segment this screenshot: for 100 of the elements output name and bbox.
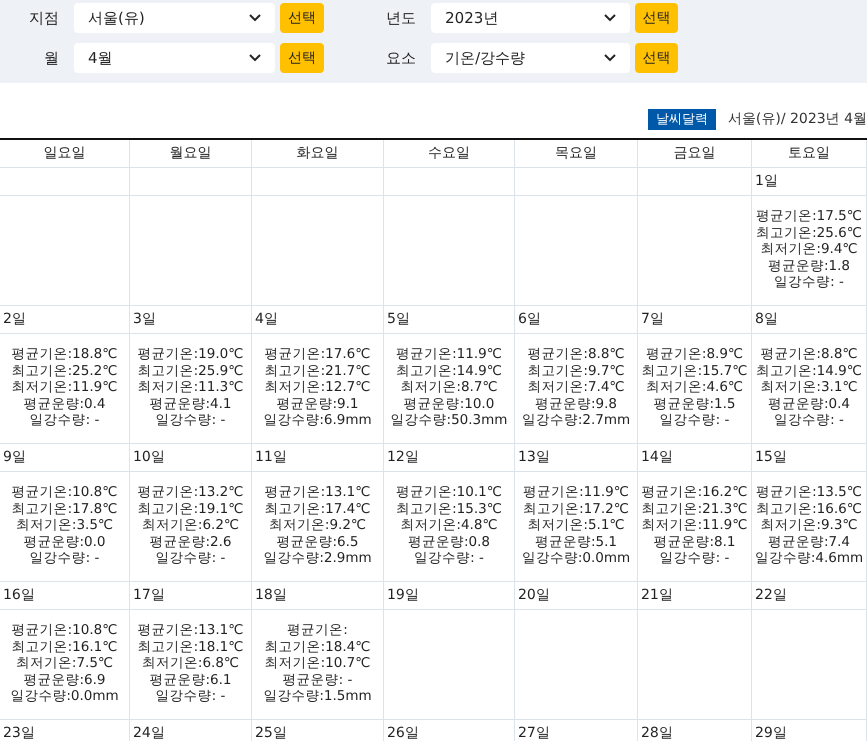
weather-reading: 최저기온:9.4℃: [760, 241, 858, 258]
weather-reading: 최저기온:8.7℃: [400, 379, 498, 396]
weather-reading: 최고기온:15.3℃: [396, 500, 502, 517]
select-button[interactable]: 선택: [634, 3, 678, 33]
weather-reading: 평균운량:1.8: [768, 258, 850, 274]
weather-reading: 평균기온:18.8℃: [12, 346, 118, 362]
weather-reading: 일강수량:1.5mm: [263, 688, 372, 704]
weather-reading: 최저기온:7.4℃: [527, 379, 625, 396]
weather-reading: 최저기온:6.2℃: [142, 517, 240, 534]
weather-reading: 최고기온:18.1℃: [138, 638, 244, 655]
weather-reading: 일강수량:50.3mm: [390, 412, 508, 428]
date-label: 6일: [518, 310, 541, 329]
weather-reading: 평균기온:: [287, 622, 348, 638]
weather-reading: 평균운량:1.5: [653, 396, 736, 412]
weather-reading: 최고기온:16.6℃: [756, 500, 862, 517]
weather-reading: 일강수량:0.0mm: [10, 688, 119, 704]
date-label: 15일: [755, 448, 787, 467]
chevron-down-icon: [604, 14, 616, 22]
select-field[interactable]: 서울(유): [74, 3, 275, 33]
select-button[interactable]: 선택: [280, 3, 324, 33]
select-button[interactable]: 선택: [634, 43, 678, 73]
chevron-down-icon: [249, 14, 261, 22]
weather-reading: 최저기온:11.9℃: [12, 379, 118, 396]
weather-reading: 최고기온:25.9℃: [138, 362, 244, 379]
select-button[interactable]: 선택: [280, 43, 324, 73]
weather-reading: 일강수량:6.9mm: [263, 412, 372, 428]
weekday-header: 목요일: [555, 144, 597, 163]
weather-reading: 평균운량:7.4: [768, 534, 850, 550]
weather-reading: 최고기온:18.4℃: [264, 638, 370, 655]
weather-reading: 일강수량: -: [30, 412, 100, 428]
weather-reading: 최고기온:21.7℃: [264, 362, 370, 379]
weather-reading: 평균운량:5.1: [534, 534, 618, 550]
date-label: 27일: [518, 724, 550, 741]
weather-reading: 평균기온:8.8℃: [527, 346, 625, 362]
weather-reading: 일강수량: -: [156, 550, 226, 566]
weather-reading: 최저기온:10.7℃: [264, 655, 370, 672]
weather-reading: 최저기온:5.1℃: [527, 517, 625, 534]
weather-reading: 평균기온:16.2℃: [642, 484, 748, 500]
select-field[interactable]: 4월: [74, 43, 275, 73]
date-label: 5일: [387, 310, 410, 329]
weekday-header: 일요일: [44, 144, 86, 163]
date-label: 21일: [641, 586, 673, 605]
date-label: 19일: [387, 586, 419, 605]
weather-reading: 최저기온:4.6℃: [646, 379, 744, 396]
date-label: 18일: [255, 586, 287, 605]
weather-reading: 평균기온:13.2℃: [138, 484, 244, 500]
weather-reading: 평균기온:10.8℃: [12, 622, 118, 638]
weather-reading: 평균기온:13.1℃: [138, 622, 244, 638]
weather-reading: 평균기온:10.8℃: [12, 484, 118, 500]
weather-reading: 최고기온:17.8℃: [12, 500, 118, 517]
weather-reading: 최고기온:25.6℃: [756, 224, 862, 241]
calendar-badge: 날씨달력: [648, 108, 716, 130]
date-label: 12일: [387, 448, 419, 467]
weather-reading: 평균기온:13.5℃: [756, 484, 862, 500]
date-label: 7일: [641, 310, 664, 329]
weather-reading: 평균운량:6.9: [23, 672, 106, 688]
date-label: 3일: [133, 310, 156, 329]
weather-reading: 최고기온:14.9℃: [396, 362, 502, 379]
weather-reading: 평균기온:8.9℃: [646, 346, 744, 362]
date-label: 8일: [755, 310, 778, 329]
weather-reading: 최고기온:17.2℃: [523, 500, 629, 517]
weather-reading: 평균기온:8.8℃: [760, 346, 858, 362]
date-label: 16일: [3, 586, 35, 605]
filter-label: 년도: [385, 8, 418, 29]
weather-reading: 평균운량:6.1: [149, 672, 232, 688]
date-label: 11일: [255, 448, 287, 467]
weather-reading: 일강수량: -: [414, 550, 484, 566]
weather-reading: 평균운량:0.0: [23, 534, 106, 550]
weather-reading: 일강수량: -: [156, 412, 226, 428]
weather-reading: 평균운량:6.5: [276, 534, 359, 550]
weather-reading: 최저기온:3.5℃: [16, 517, 114, 534]
weekday-header: 금요일: [674, 144, 716, 163]
weather-reading: 일강수량:2.7mm: [522, 412, 630, 428]
weather-reading: 최고기온:25.2℃: [12, 362, 118, 379]
weather-reading: 최고기온:17.4℃: [264, 500, 370, 517]
weather-reading: 평균기온:11.9℃: [523, 484, 629, 500]
weather-reading: 평균운량:9.1: [276, 396, 359, 412]
weather-reading: 최고기온:21.3℃: [642, 500, 748, 517]
date-label: 26일: [387, 724, 419, 741]
weather-reading: 최저기온:12.7℃: [264, 379, 370, 396]
date-label: 23일: [3, 724, 35, 741]
weekday-header: 화요일: [296, 144, 338, 163]
weather-reading: 최저기온:7.5℃: [16, 655, 114, 672]
select-field[interactable]: 기온/강수량: [431, 43, 630, 73]
weather-reading: 일강수량:2.9mm: [263, 550, 372, 566]
weather-reading: 평균운량:10.0: [404, 396, 494, 412]
weather-reading: 최고기온:19.1℃: [138, 500, 244, 517]
date-label: 13일: [518, 448, 550, 467]
select-field[interactable]: 2023년: [431, 3, 630, 33]
filter-label: 지점: [28, 8, 60, 29]
weather-reading: 평균기온:17.5℃: [756, 208, 862, 224]
weather-reading: 최저기온:11.3℃: [138, 379, 244, 396]
weather-reading: 일강수량: -: [156, 688, 226, 704]
weather-reading: 평균운량:0.4: [23, 396, 106, 412]
weather-reading: 평균운량: -: [282, 672, 352, 688]
weather-reading: 일강수량: -: [660, 550, 730, 566]
weather-reading: 최저기온:6.8℃: [142, 655, 240, 672]
weather-reading: 평균기온:19.0℃: [138, 346, 244, 362]
date-label: 2일: [3, 310, 26, 329]
date-label: 22일: [755, 586, 787, 605]
